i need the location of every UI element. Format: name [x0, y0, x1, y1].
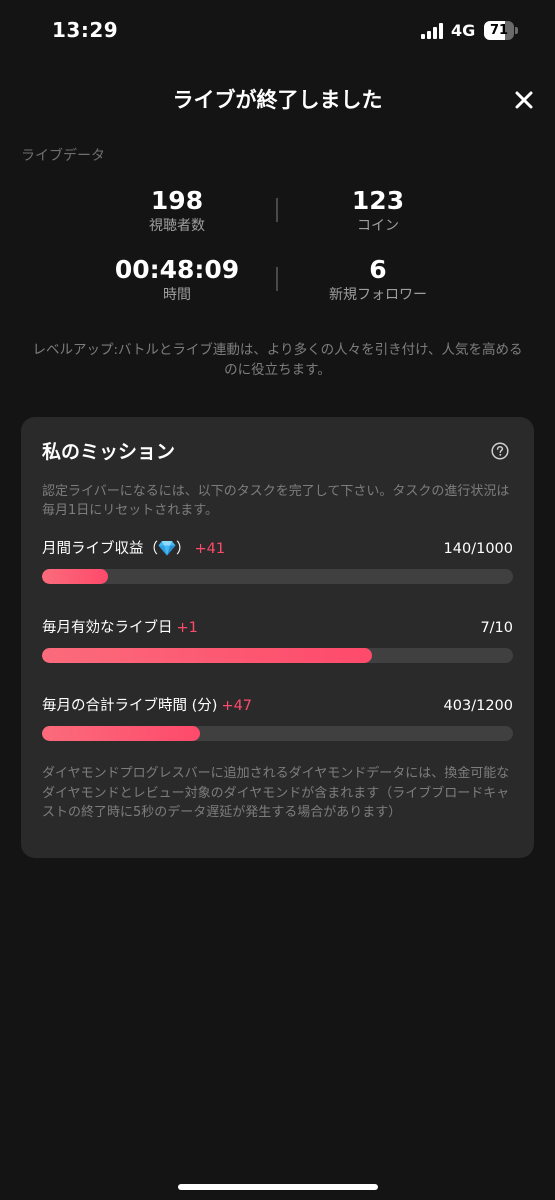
stat-new-followers: 6 新規フォロワー	[278, 255, 478, 305]
stat-label: コイン	[357, 218, 399, 234]
stat-duration: 00:48:09 時間	[77, 255, 277, 305]
progress-track	[42, 569, 513, 584]
progress-fill	[42, 726, 201, 741]
task-name: 毎月の合計ライブ時間 (分)	[42, 698, 218, 714]
home-indicator	[178, 1184, 378, 1190]
stat-value: 00:48:09	[114, 255, 240, 284]
stat-value: 123	[351, 186, 405, 215]
status-bar: 13:29 4G 71	[0, 0, 555, 62]
page-title: ライブが終了しました	[172, 88, 383, 112]
battery-icon: 71	[484, 21, 518, 40]
task-delta: +1	[176, 620, 198, 636]
task-monthly-total-live-minutes: 毎月の合計ライブ時間 (分) +47 403/1200	[42, 695, 513, 741]
progress-track	[42, 648, 513, 663]
task-progress-text: 403/1200	[443, 698, 513, 714]
task-progress-text: 7/10	[480, 620, 513, 636]
task-delta: +47	[221, 698, 253, 714]
level-up-note: レベルアップ:バトルとライブ連動は、より多くの人々を引き付け、人気を高めるのに役…	[32, 342, 523, 378]
stat-value: 6	[369, 255, 387, 284]
live-data-section-label: ライブデータ	[21, 148, 105, 164]
stat-label: 視聴者数	[149, 218, 205, 234]
task-monthly-valid-live-days: 毎月有効なライブ日 +1 7/10	[42, 617, 513, 663]
close-icon[interactable]	[510, 86, 538, 114]
mission-title: 私のミッション	[42, 441, 176, 463]
question-circle-icon[interactable]	[491, 442, 509, 460]
mission-description: 認定ライバーになるには、以下のタスクを完了して下さい。タスクの進行状況は毎月1日…	[42, 484, 510, 518]
task-progress-text: 140/1000	[443, 541, 513, 557]
progress-fill	[42, 569, 108, 584]
battery-level: 71	[489, 23, 509, 38]
signal-icon	[421, 23, 443, 39]
mission-card: 私のミッション 認定ライバーになるには、以下のタスクを完了して下さい。タスクの進…	[21, 417, 534, 858]
stat-coins: 123 コイン	[278, 186, 478, 236]
task-name-suffix: ）	[176, 541, 191, 557]
progress-fill	[42, 648, 372, 663]
stat-viewers: 198 視聴者数	[77, 186, 277, 236]
task-monthly-live-revenue: 月間ライブ収益（ ） +41 140/1000	[42, 538, 513, 584]
task-delta: +41	[194, 541, 226, 557]
diamond-data-footnote: ダイヤモンドプログレスバーに追加されるダイヤモンドデータには、換金可能なダイヤモ…	[42, 766, 510, 820]
task-name: 毎月有効なライブ日	[42, 620, 173, 636]
diamond-icon	[158, 541, 176, 556]
status-time: 13:29	[52, 18, 119, 42]
task-name: 月間ライブ収益（	[42, 541, 158, 557]
stat-label: 時間	[163, 287, 191, 303]
stat-label: 新規フォロワー	[329, 287, 427, 303]
stat-value: 198	[150, 186, 204, 215]
network-label: 4G	[451, 21, 476, 40]
progress-track	[42, 726, 513, 741]
